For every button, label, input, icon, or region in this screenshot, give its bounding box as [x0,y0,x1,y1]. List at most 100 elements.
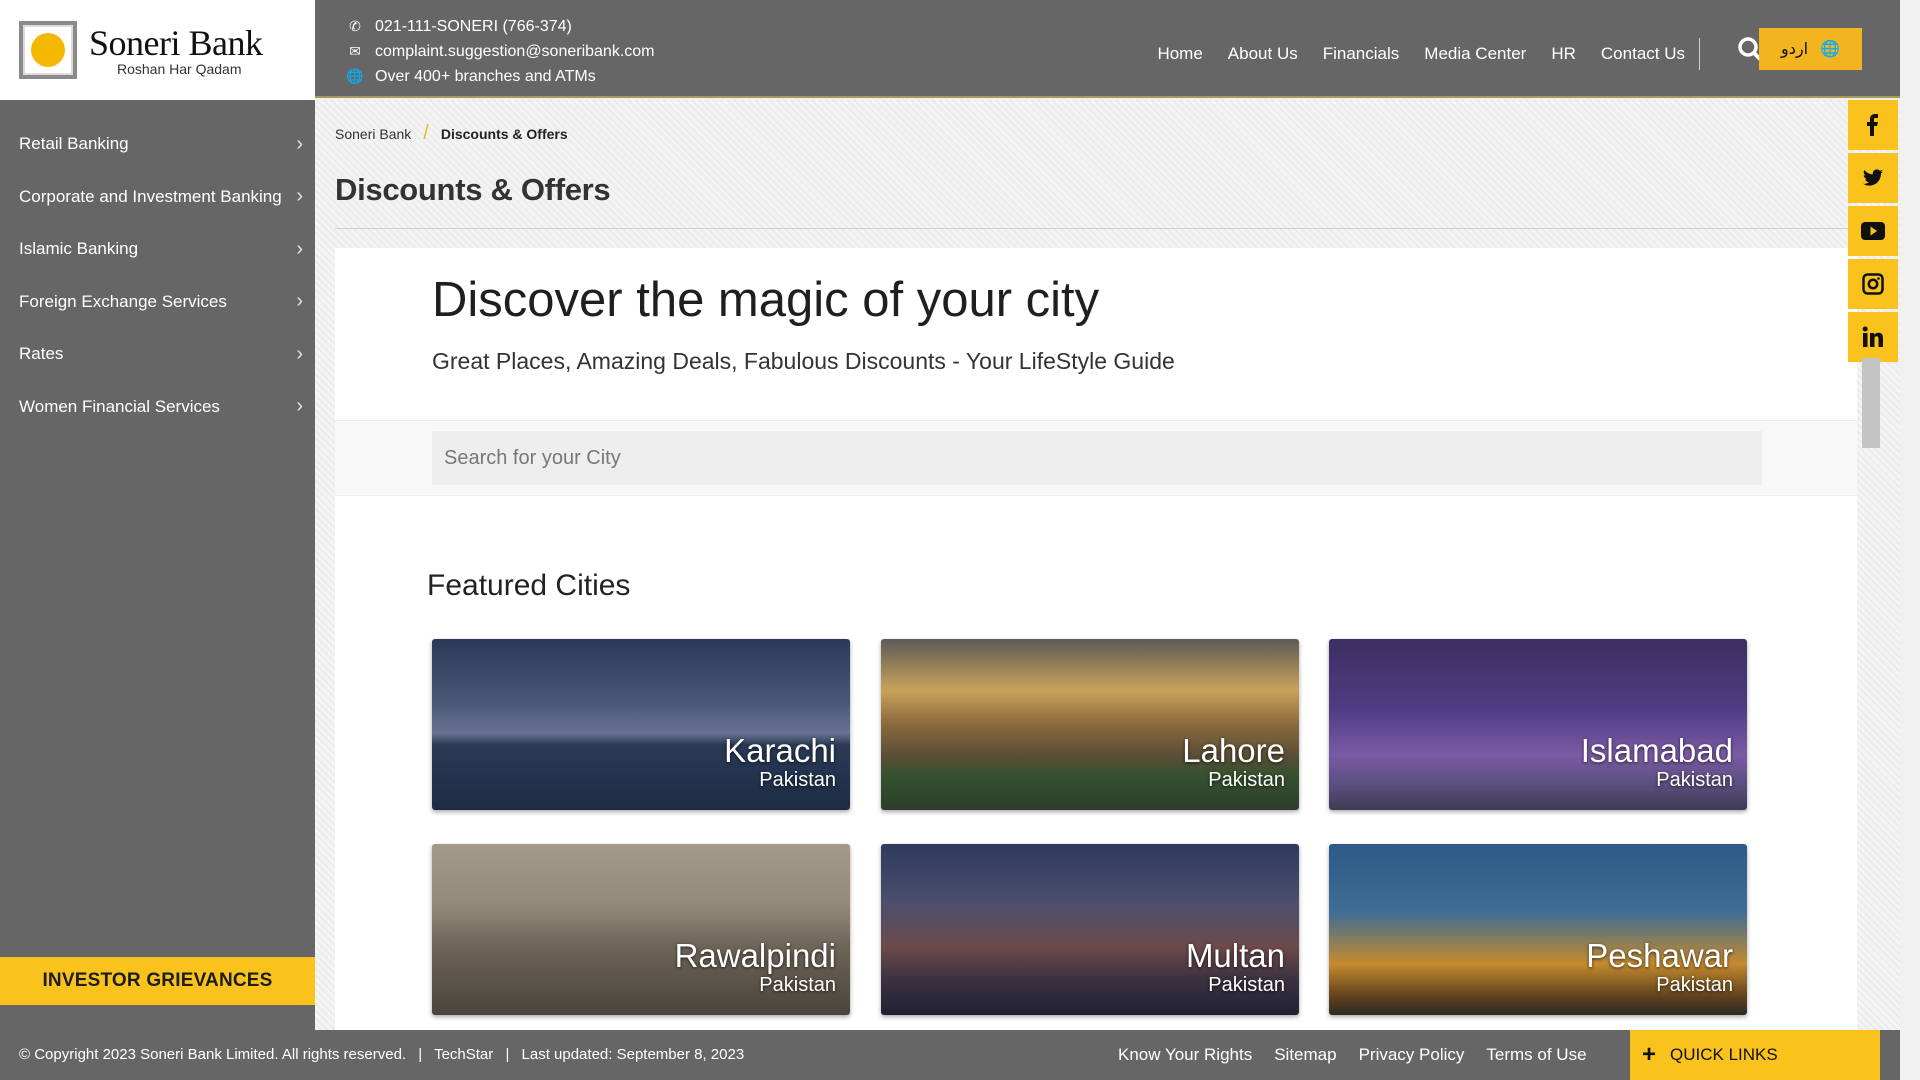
scrollbar-thumb[interactable] [1862,358,1880,448]
investor-grievances-button[interactable]: INVESTOR GRIEVANCES [0,957,315,1005]
city-card-lahore[interactable]: Lahore Pakistan [881,639,1299,810]
nav-financials[interactable]: Financials [1323,44,1400,64]
sidebar-item-islamic-banking[interactable]: Islamic Banking › [0,223,315,276]
top-bar: ✆ 021-111-SONERI (766-374) ✉ complaint.s… [315,0,1900,98]
nav-contact-us[interactable]: Contact Us [1601,44,1685,64]
city-country: Pakistan [1656,769,1733,791]
linkedin-button[interactable] [1848,312,1898,362]
copyright-text: © Copyright 2023 Soneri Bank Limited. Al… [19,1046,407,1063]
chevron-right-icon: › [296,290,303,313]
plus-icon: + [1642,1041,1657,1068]
city-name: Multan [1185,937,1285,974]
sidebar-item-label: Corporate and Investment Banking [19,186,282,206]
chevron-right-icon: › [296,132,303,155]
footer-link-know-your-rights[interactable]: Know Your Rights [1118,1045,1252,1065]
featured-heading: Featured Cities [427,569,631,602]
sidebar-item-rates[interactable]: Rates › [0,328,315,381]
globe-icon: 🌐 [1820,41,1840,58]
city-name: Lahore [1182,732,1285,769]
main-content: Soneri Bank / Discounts & Offers Discoun… [315,100,1900,1038]
breadcrumb-separator: / [423,122,429,144]
nav-divider [1699,38,1700,70]
youtube-button[interactable] [1848,206,1898,256]
city-card-peshawar[interactable]: Peshawar Pakistan [1329,844,1747,1015]
hero-subtitle: Great Places, Amazing Deals, Fabulous Di… [432,348,1175,374]
instagram-icon [1862,273,1884,295]
breadcrumb-current: Discounts & Offers [440,125,568,142]
city-card-multan[interactable]: Multan Pakistan [881,844,1299,1015]
hero-title: Discover the magic of your city [432,273,1100,327]
city-name: Rawalpindi [674,937,836,974]
sidebar-item-label: Foreign Exchange Services [19,291,227,311]
logo-tagline: Roshan Har Qadam [117,60,242,77]
city-country: Pakistan [1208,769,1285,791]
footer: © Copyright 2023 Soneri Bank Limited. Al… [0,1030,1900,1080]
sidebar-item-retail-banking[interactable]: Retail Banking › [0,118,315,171]
footer-link-privacy-policy[interactable]: Privacy Policy [1359,1045,1465,1065]
city-country: Pakistan [1656,974,1733,996]
language-label: اردو [1781,41,1809,58]
twitter-icon [1862,169,1884,186]
title-divider [335,228,1885,229]
discounts-panel: Discover the magic of your city Great Pl… [335,248,1857,1038]
quick-links-button[interactable]: + QUICK LINKS [1630,1030,1880,1080]
nav-hr[interactable]: HR [1551,44,1576,64]
chevron-right-icon: › [296,185,303,208]
globe-icon: 🌐 [346,68,364,84]
sidebar-item-label: Women Financial Services [19,396,220,416]
logo[interactable]: Soneri Bank Roshan Har Qadam [0,0,315,100]
city-card-rawalpindi[interactable]: Rawalpindi Pakistan [432,844,850,1015]
quick-links-label: QUICK LINKS [1670,1045,1778,1064]
city-search-input[interactable] [432,431,1762,485]
contact-branches[interactable]: Over 400+ branches and ATMs [375,68,596,86]
contact-info: ✆ 021-111-SONERI (766-374) ✉ complaint.s… [345,14,655,89]
city-country: Pakistan [1208,974,1285,996]
language-toggle-button[interactable]: اردو 🌐 [1759,28,1862,70]
contact-email[interactable]: complaint.suggestion@soneribank.com [375,43,655,61]
sidebar-item-label: Islamic Banking [19,239,139,259]
logo-name: Soneri Bank [89,22,263,63]
phone-icon: ✆ [349,18,361,34]
twitter-button[interactable] [1848,153,1898,203]
logo-mark-icon [19,21,77,79]
page-scrollbar[interactable] [1900,0,1920,1080]
footer-copyright-line: © Copyright 2023 Soneri Bank Limited. Al… [19,1046,745,1063]
chevron-right-icon: › [296,342,303,365]
nav-home[interactable]: Home [1157,44,1202,64]
city-country: Pakistan [759,769,836,791]
youtube-icon [1861,222,1885,240]
page-title: Discounts & Offers [335,172,611,207]
footer-link-sitemap[interactable]: Sitemap [1274,1045,1336,1065]
contact-phone[interactable]: 021-111-SONERI (766-374) [375,18,572,36]
city-name: Islamabad [1580,732,1733,769]
footer-links: Know Your Rights Sitemap Privacy Policy … [1118,1045,1609,1065]
facebook-icon [1867,114,1878,136]
sidebar-item-label: Retail Banking [19,134,129,154]
sidebar-item-foreign-exchange[interactable]: Foreign Exchange Services › [0,276,315,329]
nav-about-us[interactable]: About Us [1228,44,1298,64]
city-name: Peshawar [1586,937,1733,974]
city-country: Pakistan [759,974,836,996]
nav-media-center[interactable]: Media Center [1424,44,1526,64]
sidebar-item-label: Rates [19,344,64,364]
city-card-islamabad[interactable]: Islamabad Pakistan [1329,639,1747,810]
instagram-button[interactable] [1848,259,1898,309]
city-search-band [335,420,1857,496]
sidebar: Soneri Bank Roshan Har Qadam Retail Bank… [0,0,315,1080]
last-updated: Last updated: September 8, 2023 [521,1046,745,1063]
facebook-button[interactable] [1848,100,1898,150]
city-card-karachi[interactable]: Karachi Pakistan [432,639,850,810]
mail-icon: ✉ [349,43,361,59]
top-nav: Home About Us Financials Media Center HR… [1132,38,1700,70]
city-name: Karachi [724,732,836,769]
footer-link-terms-of-use[interactable]: Terms of Use [1486,1045,1586,1065]
breadcrumb-home[interactable]: Soneri Bank [335,126,411,142]
credit-link[interactable]: TechStar [434,1046,493,1063]
social-links [1848,100,1898,365]
sidebar-item-women-financial[interactable]: Women Financial Services › [0,381,315,434]
breadcrumb: Soneri Bank / Discounts & Offers [335,122,568,145]
sidebar-nav: Retail Banking › Corporate and Investment… [0,118,315,433]
sidebar-item-corporate-banking[interactable]: Corporate and Investment Banking › [0,171,315,224]
linkedin-icon [1862,326,1883,347]
chevron-right-icon: › [296,395,303,418]
